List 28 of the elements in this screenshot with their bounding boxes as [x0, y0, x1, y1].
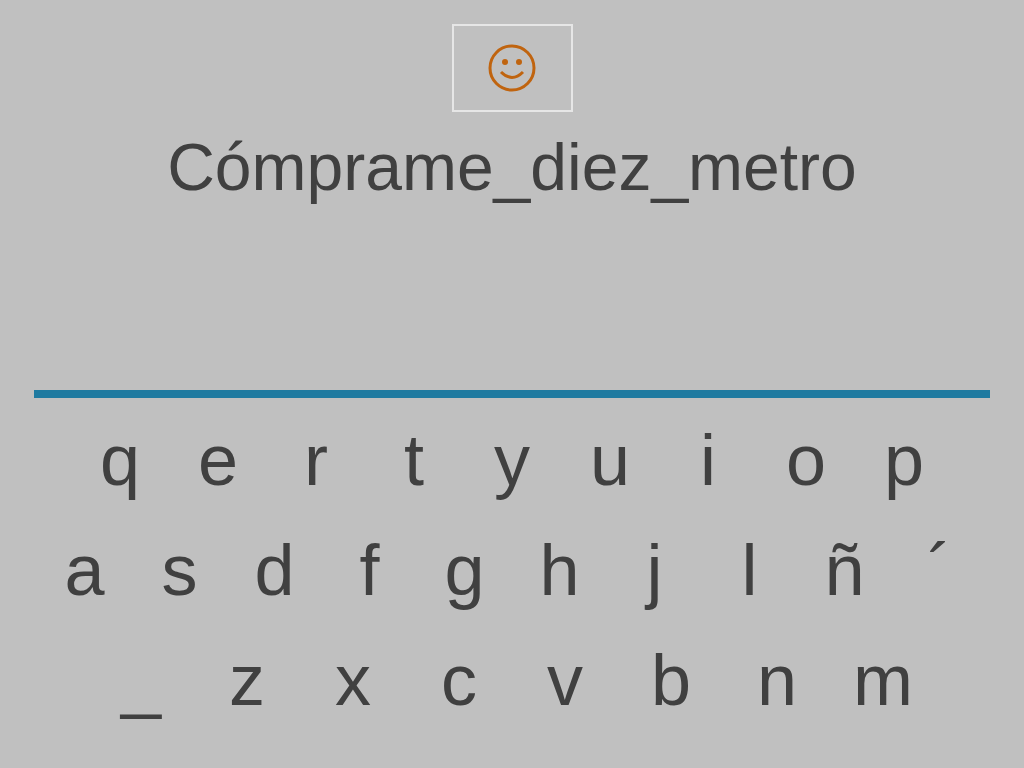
letter-key[interactable]: y — [463, 420, 561, 500]
letter-key[interactable]: z — [194, 640, 300, 720]
letter-key[interactable]: i — [659, 420, 757, 500]
letter-key[interactable]: m — [830, 640, 936, 720]
letter-key[interactable]: r — [267, 420, 365, 500]
letter-key[interactable]: x — [300, 640, 406, 720]
letter-key[interactable]: e — [169, 420, 267, 500]
letter-key[interactable]: f — [322, 530, 417, 610]
letter-key[interactable]: d — [227, 530, 322, 610]
letter-key[interactable]: _ — [88, 640, 194, 720]
letter-key[interactable]: a — [37, 530, 132, 610]
smiley-icon — [487, 43, 537, 93]
letter-key[interactable]: s — [132, 530, 227, 610]
letter-key[interactable]: g — [417, 530, 512, 610]
letter-key[interactable]: h — [512, 530, 607, 610]
letter-key[interactable]: ñ — [797, 530, 892, 610]
letter-key[interactable]: o — [757, 420, 855, 500]
letter-key[interactable]: n — [724, 640, 830, 720]
letter-key[interactable]: c — [406, 640, 512, 720]
letter-key[interactable]: v — [512, 640, 618, 720]
letter-key[interactable]: u — [561, 420, 659, 500]
letter-key[interactable]: ´ — [892, 530, 987, 610]
letter-key[interactable]: l — [702, 530, 797, 610]
letter-key[interactable]: b — [618, 640, 724, 720]
letter-key[interactable]: t — [365, 420, 463, 500]
letter-key[interactable]: q — [71, 420, 169, 500]
letter-key[interactable]: j — [607, 530, 702, 610]
letter-key[interactable]: p — [855, 420, 953, 500]
